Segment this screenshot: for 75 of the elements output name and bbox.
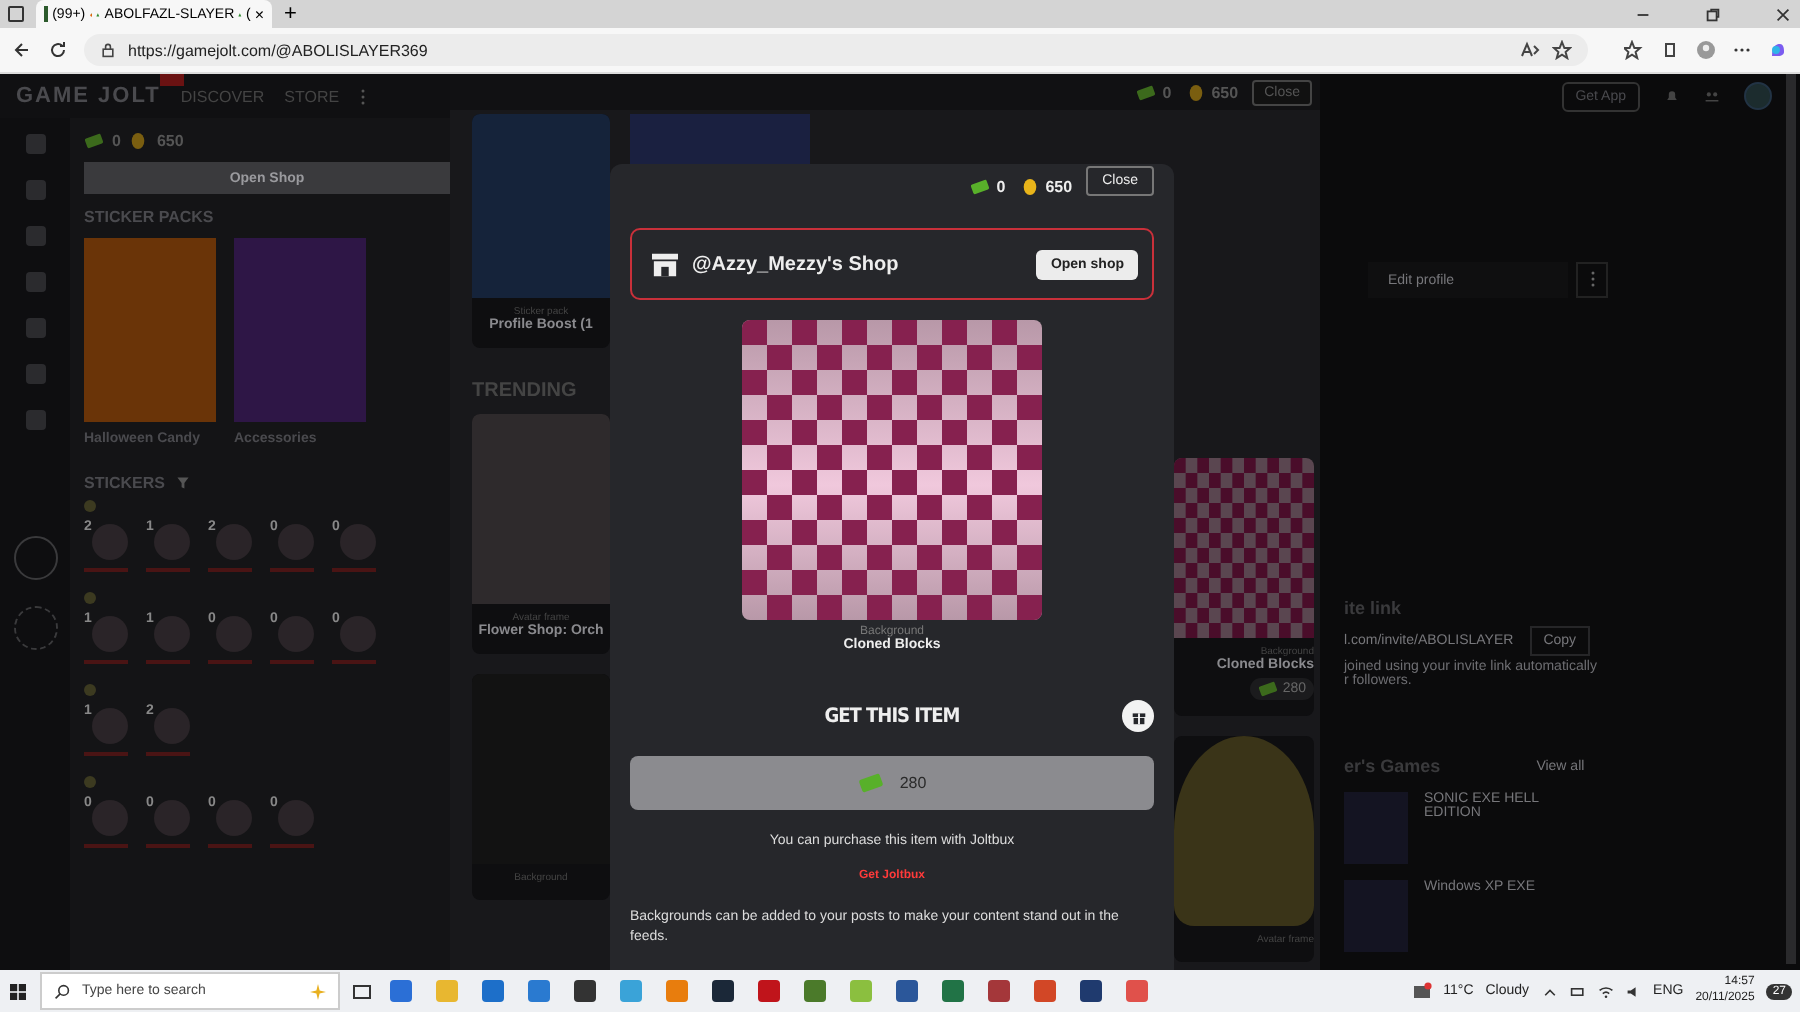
- battery-icon[interactable]: [1569, 983, 1586, 999]
- start-icon[interactable]: [8, 981, 28, 1001]
- close-icon[interactable]: [1774, 5, 1792, 23]
- window-menu-icon[interactable]: [8, 6, 24, 22]
- taskbar-app-icon[interactable]: [574, 980, 596, 1002]
- add-community-icon[interactable]: [13, 606, 57, 650]
- site-favicon-icon: [44, 6, 49, 22]
- joltbux-icon: [857, 772, 884, 794]
- profile-icon[interactable]: [1696, 40, 1716, 60]
- sidebar-icon[interactable]: [25, 410, 45, 430]
- group-icon: [84, 592, 96, 604]
- group-icon: [84, 500, 96, 512]
- section-title: STICKER PACKS: [84, 208, 216, 226]
- section-title: GET THIS ITEM: [824, 705, 960, 727]
- joltbux-icon: [84, 131, 104, 149]
- user-avatar[interactable]: [1744, 82, 1772, 110]
- joltbux-balance: 0: [1162, 83, 1172, 101]
- scrollbar[interactable]: [1786, 74, 1796, 964]
- weather-icon: [1411, 981, 1432, 1001]
- coin-balance: 650: [1045, 177, 1073, 195]
- store-icon: [650, 251, 680, 277]
- people-icon[interactable]: [1704, 88, 1720, 104]
- url-text: https://gamejolt.com/@ABOLISLAYER369: [128, 41, 428, 59]
- taskbar-app-icon[interactable]: [896, 980, 918, 1002]
- star-icon[interactable]: [1552, 40, 1572, 60]
- sparkle-icon: [310, 983, 326, 999]
- coin-balance: 650: [1211, 83, 1239, 101]
- read-aloud-icon[interactable]: [1520, 40, 1540, 60]
- new-tab-button[interactable]: +: [284, 2, 297, 26]
- joltbux-icon: [970, 177, 991, 195]
- search-icon: [54, 983, 70, 999]
- shop-name: @Azzy_Mezzy's Shop: [692, 253, 899, 275]
- taskbar-app-icon[interactable]: [942, 980, 964, 1002]
- back-icon[interactable]: [12, 40, 32, 60]
- refresh-icon[interactable]: [48, 40, 68, 60]
- joltbux-balance: 0: [112, 131, 121, 149]
- favorites-icon[interactable]: [1624, 40, 1644, 60]
- joltbux-balance: 0: [996, 177, 1006, 195]
- coin-icon: [1019, 177, 1040, 195]
- task-view-icon[interactable]: [352, 981, 372, 1001]
- group-icon: [84, 684, 96, 696]
- sidebar-icon[interactable]: [25, 226, 45, 246]
- joltbux-icon: [1136, 83, 1157, 101]
- logo-badge: [160, 74, 184, 86]
- taskbar-app-icon[interactable]: [804, 980, 826, 1002]
- copilot-icon[interactable]: [1768, 40, 1788, 60]
- filter-icon[interactable]: [176, 476, 191, 490]
- taskbar-app-icon[interactable]: [1080, 980, 1102, 1002]
- taskbar-app-icon[interactable]: [988, 980, 1010, 1002]
- section-title: STICKERS: [84, 474, 165, 492]
- restore-icon[interactable]: [1704, 5, 1722, 23]
- sidebar-icon[interactable]: [25, 318, 45, 338]
- extension-icon[interactable]: [1660, 40, 1680, 60]
- coin-icon: [1185, 83, 1206, 101]
- more-button[interactable]: [1576, 262, 1608, 298]
- sidebar-icon[interactable]: [25, 364, 45, 384]
- coin-icon: [128, 131, 149, 149]
- coin-balance: 650: [156, 131, 184, 149]
- bell-icon[interactable]: [1664, 88, 1680, 104]
- taskbar-app-icon[interactable]: [712, 980, 734, 1002]
- sidebar-icon[interactable]: [25, 180, 45, 200]
- sidebar-icon[interactable]: [25, 134, 45, 154]
- more-icon: [1589, 269, 1595, 287]
- community-avatar[interactable]: [13, 536, 57, 580]
- site-info-icon[interactable]: [100, 42, 116, 58]
- wifi-icon[interactable]: [1597, 983, 1614, 999]
- taskbar-app-icon[interactable]: [758, 980, 780, 1002]
- gift-icon[interactable]: [1122, 700, 1154, 732]
- buy-with-joltbux-button[interactable]: 280: [630, 756, 1154, 810]
- group-icon: [84, 776, 96, 788]
- joltbux-icon: [1258, 680, 1279, 698]
- speaker-icon[interactable]: [1625, 983, 1642, 999]
- sidebar-icon[interactable]: [25, 272, 45, 292]
- address-bar[interactable]: https://gamejolt.com/@ABOLISLAYER369: [84, 34, 1588, 66]
- tab-close-button[interactable]: ×: [254, 5, 264, 23]
